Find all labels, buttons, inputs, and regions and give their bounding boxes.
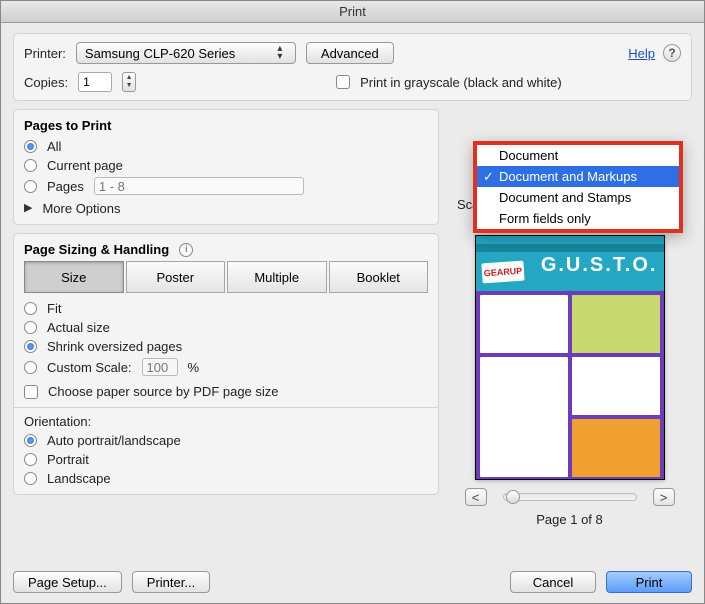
radio-auto-label: Auto portrait/landscape	[47, 433, 181, 448]
copies-input[interactable]	[78, 72, 112, 92]
chevron-left-icon: <	[472, 490, 480, 505]
printer-select[interactable]: Samsung CLP-620 Series ▴▾	[76, 42, 296, 64]
more-options[interactable]: More Options	[42, 201, 120, 216]
tab-poster[interactable]: Poster	[126, 261, 226, 293]
radio-custom-label: Custom Scale:	[47, 360, 132, 375]
copies-label: Copies:	[24, 75, 68, 90]
page-setup-label: Page Setup...	[28, 575, 107, 590]
menu-item-form-fields[interactable]: Form fields only	[477, 208, 679, 229]
radio-all[interactable]	[24, 140, 37, 153]
preview-header: GEARUP G.U.S.T.O.	[476, 236, 664, 291]
orientation-heading: Orientation:	[24, 414, 428, 429]
radio-actual-label: Actual size	[47, 320, 110, 335]
page-setup-button[interactable]: Page Setup...	[13, 571, 122, 593]
separator	[14, 407, 438, 408]
grayscale-label: Print in grayscale (black and white)	[360, 75, 562, 90]
menu-item-document-markups[interactable]: Document and Markups	[477, 166, 679, 187]
next-page-button[interactable]: >	[653, 488, 675, 506]
printer-button-label: Printer...	[147, 575, 195, 590]
cancel-label: Cancel	[533, 575, 573, 590]
advanced-label: Advanced	[321, 46, 379, 61]
radio-shrink-label: Shrink oversized pages	[47, 339, 182, 354]
prev-page-button[interactable]: <	[465, 488, 487, 506]
radio-auto[interactable]	[24, 434, 37, 447]
tab-multiple[interactable]: Multiple	[227, 261, 327, 293]
pages-panel: Pages to Print All Current page Pages	[13, 109, 439, 225]
comments-forms-menu[interactable]: Document Document and Markups Document a…	[473, 141, 683, 233]
tab-booklet[interactable]: Booklet	[329, 261, 429, 293]
sizing-panel: Page Sizing & Handling i Size Poster Mul…	[13, 233, 439, 495]
radio-fit[interactable]	[24, 302, 37, 315]
page-slider[interactable]	[503, 493, 637, 501]
radio-portrait[interactable]	[24, 453, 37, 466]
top-panel: Printer: Samsung CLP-620 Series ▴▾ Advan…	[13, 33, 692, 101]
page-info: Page 1 of 8	[536, 512, 603, 527]
select-arrows-icon: ▴▾	[273, 45, 287, 61]
help-link[interactable]: Help	[628, 46, 655, 61]
tab-size[interactable]: Size	[24, 261, 124, 293]
preview-title: G.U.S.T.O.	[541, 254, 658, 277]
print-label: Print	[636, 575, 663, 590]
print-button[interactable]: Print	[606, 571, 692, 593]
radio-landscape-label: Landscape	[47, 471, 111, 486]
chevron-right-icon[interactable]: ▶	[24, 201, 32, 214]
print-dialog: Print Printer: Samsung CLP-620 Series ▴▾…	[0, 0, 705, 604]
radio-current[interactable]	[24, 159, 37, 172]
advanced-button[interactable]: Advanced	[306, 42, 394, 64]
menu-item-document-stamps[interactable]: Document and Stamps	[477, 187, 679, 208]
radio-fit-label: Fit	[47, 301, 61, 316]
dialog-content: Printer: Samsung CLP-620 Series ▴▾ Advan…	[1, 23, 704, 565]
radio-current-label: Current page	[47, 158, 123, 173]
radio-custom[interactable]	[24, 361, 37, 374]
percent-sign: %	[188, 360, 200, 375]
sizing-heading: Page Sizing & Handling	[24, 242, 169, 257]
radio-shrink[interactable]	[24, 340, 37, 353]
radio-pages-label: Pages	[47, 179, 84, 194]
slider-thumb[interactable]	[506, 490, 520, 504]
choose-paper-label: Choose paper source by PDF page size	[48, 384, 279, 399]
grayscale-checkbox[interactable]	[336, 75, 350, 89]
radio-landscape[interactable]	[24, 472, 37, 485]
tab-booklet-label: Booklet	[357, 270, 400, 285]
preview-badge: GEARUP	[481, 261, 524, 284]
preview-body	[476, 291, 664, 480]
tab-size-label: Size	[61, 270, 86, 285]
printer-button[interactable]: Printer...	[132, 571, 210, 593]
cancel-button[interactable]: Cancel	[510, 571, 596, 593]
radio-pages[interactable]	[24, 180, 37, 193]
radio-actual[interactable]	[24, 321, 37, 334]
help-icon[interactable]: ?	[663, 44, 681, 62]
choose-paper-checkbox[interactable]	[24, 385, 38, 399]
window-title: Print	[1, 1, 704, 23]
dialog-footer: Page Setup... Printer... Cancel Print	[1, 565, 704, 603]
chevron-right-icon: >	[660, 490, 668, 505]
page-range-input[interactable]	[94, 177, 304, 195]
tab-multiple-label: Multiple	[254, 270, 299, 285]
radio-portrait-label: Portrait	[47, 452, 89, 467]
printer-label: Printer:	[24, 46, 66, 61]
menu-item-document[interactable]: Document	[477, 145, 679, 166]
pages-heading: Pages to Print	[24, 118, 428, 133]
custom-scale-input[interactable]	[142, 358, 178, 376]
sizing-tabs: Size Poster Multiple Booklet	[24, 261, 428, 293]
left-column: Pages to Print All Current page Pages	[13, 109, 439, 527]
printer-value: Samsung CLP-620 Series	[85, 46, 235, 61]
radio-all-label: All	[47, 139, 61, 154]
page-preview: GEARUP G.U.S.T.O.	[475, 235, 665, 480]
info-icon[interactable]: i	[179, 243, 193, 257]
copies-stepper[interactable]: ▲▼	[122, 72, 136, 92]
tab-poster-label: Poster	[156, 270, 194, 285]
